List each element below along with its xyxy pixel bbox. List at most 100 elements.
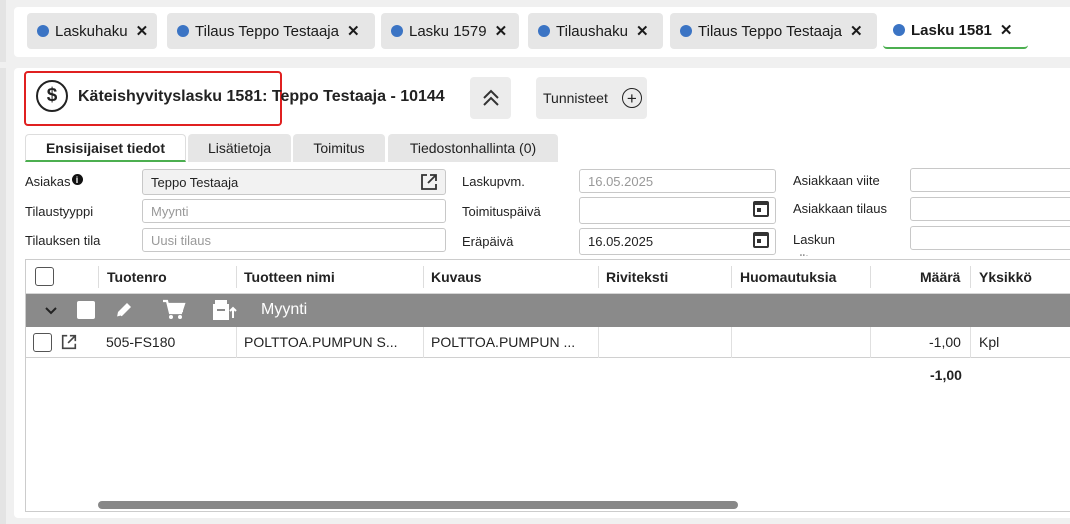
erapaiva-value: 16.05.2025: [588, 234, 654, 249]
column-separator: [731, 266, 732, 288]
tab-label: Tilaus Teppo Testaaja: [195, 22, 339, 40]
column-separator: [236, 266, 237, 288]
tilauksen-tila-label: Tilauksen tila: [25, 233, 101, 248]
erapaiva-label: Eräpäivä: [462, 234, 514, 249]
column-separator: [970, 266, 971, 288]
pencil-icon[interactable]: [114, 300, 134, 320]
dollar-circle-icon: $: [36, 80, 68, 112]
tab-label: Lasku 1579: [409, 22, 487, 40]
cell-maara: -1,00: [929, 334, 961, 350]
laskun-viitenumero-field[interactable]: [910, 226, 1070, 250]
total-maara: -1,00: [930, 367, 962, 383]
grid-header: Tuotenro Tuotteen nimi Kuvaus Riviteksti…: [26, 260, 1070, 294]
tab-tiedostonhallinta[interactable]: Tiedostonhallinta (0): [388, 134, 558, 162]
tab-dot-icon: [893, 24, 905, 36]
col-tuotenro[interactable]: Tuotenro: [107, 269, 167, 285]
row-checkbox[interactable]: [33, 333, 52, 352]
toimituspaiva-label: Toimituspäivä: [462, 204, 541, 219]
open-external-icon[interactable]: [419, 172, 439, 192]
collapse-header-button[interactable]: [470, 77, 511, 119]
cell-separator: [236, 327, 237, 358]
tab-laskuhaku[interactable]: Laskuhaku ✕: [27, 13, 157, 49]
table-row[interactable]: 505-FS180 POLTTOA.PUMPUN S... POLTTOA.PU…: [26, 327, 1070, 358]
scrollbar-thumb[interactable]: [98, 501, 738, 509]
close-icon[interactable]: ✕: [636, 22, 649, 40]
column-separator: [423, 266, 424, 288]
tilaustyyppi-label: Tilaustyyppi: [25, 204, 94, 219]
tab-dot-icon: [391, 25, 403, 37]
asiakas-value: Teppo Testaaja: [151, 174, 239, 190]
close-icon[interactable]: ✕: [136, 22, 149, 40]
double-chevron-up-icon: [482, 89, 499, 106]
tilauksen-tila-field[interactable]: Uusi tilaus: [142, 228, 446, 252]
tab-lasku-1581[interactable]: Lasku 1581 ✕: [883, 13, 1028, 49]
invoice-rows-grid: Tuotenro Tuotteen nimi Kuvaus Riviteksti…: [25, 259, 1070, 512]
column-separator: [98, 266, 99, 288]
tab-tilaushaku[interactable]: Tilaushaku ✕: [528, 13, 663, 49]
tags-button[interactable]: Tunnisteet +: [536, 77, 647, 119]
tab-dot-icon: [680, 25, 692, 37]
tab-lisatietoja[interactable]: Lisätietoja: [188, 134, 291, 162]
tab-ensisijaiset-tiedot[interactable]: Ensisijaiset tiedot: [25, 134, 186, 162]
calendar-icon[interactable]: [753, 232, 769, 248]
open-external-icon[interactable]: [60, 333, 78, 351]
asiakkaan-tilaus-field[interactable]: [910, 197, 1070, 221]
col-yksikko[interactable]: Yksikkö: [979, 269, 1032, 285]
col-riviteksti[interactable]: Riviteksti: [606, 269, 668, 285]
plus-circle-icon: +: [621, 88, 642, 108]
asiakkaan-viite-field[interactable]: [910, 168, 1070, 192]
erapaiva-field[interactable]: 16.05.2025: [579, 228, 776, 255]
col-kuvaus[interactable]: Kuvaus: [431, 269, 482, 285]
laskupvm-label: Laskupvm.: [462, 174, 525, 189]
col-maara[interactable]: Määrä: [920, 269, 960, 285]
archive-box-icon[interactable]: [212, 298, 238, 322]
asiakas-label-text: Asiakas: [25, 174, 71, 189]
tab-label: Tilaus Teppo Testaaja: [698, 22, 842, 40]
select-all-checkbox[interactable]: [35, 267, 54, 286]
cell-separator: [870, 327, 871, 358]
document-tab-bar: Laskuhaku ✕ Tilaus Teppo Testaaja ✕ Lask…: [0, 0, 1070, 62]
cell-separator: [970, 327, 971, 358]
cell-tuotteen-nimi: POLTTOA.PUMPUN S...: [244, 334, 398, 350]
tab-tilaus-teppo-2[interactable]: Tilaus Teppo Testaaja ✕: [670, 13, 877, 49]
column-separator: [598, 266, 599, 288]
toimituspaiva-field[interactable]: [579, 197, 776, 224]
left-edge: [0, 68, 6, 524]
tilaustyyppi-field[interactable]: Myynti: [142, 199, 446, 223]
asiakkaan-tilaus-label: Asiakkaan tilaus: [793, 201, 887, 216]
cell-yksikko: Kpl: [979, 334, 1000, 350]
tab-lasku-1579[interactable]: Lasku 1579 ✕: [381, 13, 519, 49]
asiakkaan-viite-label: Asiakkaan viite: [793, 173, 880, 188]
column-separator: [870, 266, 871, 288]
horizontal-scrollbar[interactable]: [98, 501, 1058, 509]
close-icon[interactable]: ✕: [495, 22, 508, 40]
calendar-icon[interactable]: [753, 201, 769, 217]
col-huomautuksia[interactable]: Huomautuksia: [740, 269, 836, 285]
cell-separator: [731, 327, 732, 358]
tab-label: Tilaushaku: [556, 22, 628, 40]
tab-dot-icon: [538, 25, 550, 37]
close-icon[interactable]: ✕: [850, 22, 863, 40]
laskun-viitenumero-label: Laskun viitenumero: [793, 232, 860, 256]
tab-tilaus-teppo-1[interactable]: Tilaus Teppo Testaaja ✕: [167, 13, 375, 49]
tab-dot-icon: [177, 25, 189, 37]
left-edge: [0, 0, 6, 62]
cell-separator: [598, 327, 599, 358]
group-label: Myynti: [261, 301, 308, 318]
asiakas-field[interactable]: Teppo Testaaja: [142, 169, 446, 195]
close-icon[interactable]: ✕: [347, 22, 360, 40]
tab-label: Lasku 1581: [911, 21, 992, 39]
chevron-down-icon[interactable]: [44, 305, 58, 317]
cart-icon[interactable]: [162, 299, 186, 321]
tab-label: Laskuhaku: [55, 22, 128, 40]
group-select-checkbox[interactable]: [77, 301, 95, 319]
laskupvm-field[interactable]: 16.05.2025: [579, 169, 776, 193]
page-title: Käteishyvityslasku 1581: Teppo Testaaja …: [78, 88, 445, 105]
close-icon[interactable]: ✕: [1000, 21, 1013, 39]
tags-label: Tunnisteet: [543, 90, 608, 106]
cell-tuotenro: 505-FS180: [106, 334, 176, 350]
cell-separator: [423, 327, 424, 358]
col-tuotteen-nimi[interactable]: Tuotteen nimi: [244, 269, 335, 285]
tab-toimitus[interactable]: Toimitus: [293, 134, 385, 162]
info-icon[interactable]: i: [71, 174, 83, 185]
